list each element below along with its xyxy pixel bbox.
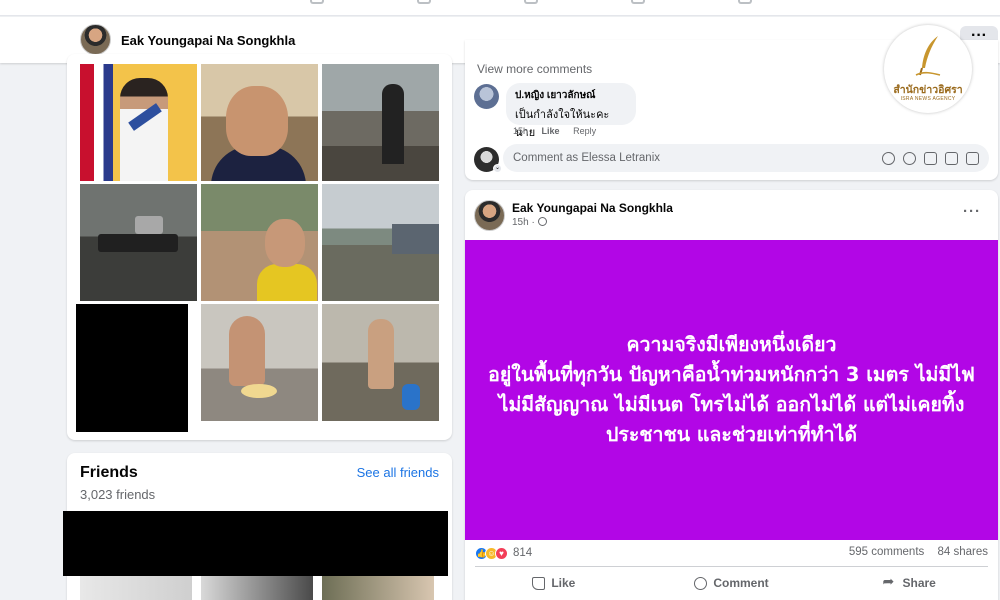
like-button-label: Like bbox=[551, 576, 576, 590]
friend-thumbnail[interactable] bbox=[322, 576, 434, 600]
photo-thumbnail[interactable] bbox=[201, 184, 318, 301]
comment-reply-link[interactable]: Reply bbox=[573, 126, 596, 136]
thumbs-up-icon bbox=[532, 576, 546, 590]
friends-title: Friends bbox=[80, 464, 138, 481]
photo-thumbnail[interactable] bbox=[322, 64, 439, 181]
comment-author[interactable]: ป.หญิง เยาวลักษณ์ bbox=[515, 88, 627, 103]
post-timestamp[interactable]: 15h · bbox=[512, 217, 547, 228]
view-more-comments-link[interactable]: View more comments bbox=[477, 62, 592, 76]
friend-thumbnail[interactable] bbox=[201, 576, 313, 600]
camera-icon[interactable] bbox=[924, 151, 937, 165]
comment-button[interactable]: Comment bbox=[643, 568, 821, 598]
post-time-text: 15h · bbox=[512, 217, 535, 228]
post-author-name[interactable]: Eak Youngapai Na Songkhla bbox=[512, 201, 673, 215]
avatar-sticker-icon[interactable] bbox=[882, 151, 895, 165]
post-text-banner: ความจริงมีเพียงหนึ่งเดียว อยู่ในพื้นที่ท… bbox=[465, 240, 998, 540]
photos-card bbox=[67, 54, 452, 440]
photo-thumbnail[interactable] bbox=[201, 304, 318, 421]
profile-avatar[interactable] bbox=[80, 24, 111, 55]
comment-like-link[interactable]: Like bbox=[542, 126, 560, 136]
watch-icon[interactable] bbox=[417, 0, 431, 4]
quill-pen-icon bbox=[915, 36, 941, 76]
globe-icon bbox=[537, 217, 547, 226]
comments-count-link[interactable]: 595 comments bbox=[849, 546, 924, 558]
like-button[interactable]: Like bbox=[465, 568, 643, 598]
post-text: ความจริงมีเพียงหนึ่งเดียว อยู่ในพื้นที่ท… bbox=[488, 333, 975, 446]
post-more-button[interactable]: ··· bbox=[963, 203, 981, 220]
photo-thumbnail[interactable] bbox=[322, 184, 439, 301]
share-icon bbox=[883, 573, 897, 590]
news-agency-logo: สำนักข่าวอิศรา ISRA NEWS AGENCY bbox=[884, 25, 972, 113]
profile-name[interactable]: Eak Youngapai Na Songkhla bbox=[121, 33, 295, 48]
photo-thumbnail[interactable] bbox=[80, 184, 197, 301]
comment-button-label: Comment bbox=[713, 576, 769, 590]
commenter-avatar[interactable] bbox=[474, 84, 499, 109]
photo-thumbnail[interactable] bbox=[80, 64, 197, 181]
love-reaction-icon: ♥ bbox=[495, 546, 508, 560]
shares-count-link[interactable]: 84 shares bbox=[937, 546, 988, 558]
share-button-label: Share bbox=[902, 576, 936, 590]
comment-time[interactable]: 15h bbox=[513, 126, 528, 136]
home-icon[interactable] bbox=[310, 0, 324, 4]
comment-icon bbox=[694, 576, 708, 590]
post-stats: 595 comments 84 shares bbox=[839, 546, 988, 558]
post-card: Eak Youngapai Na Songkhla 15h · ··· ความ… bbox=[465, 190, 998, 600]
comment-input-tools bbox=[882, 144, 979, 172]
reactions-summary[interactable]: 👍 ☺ ♥ 814 bbox=[475, 546, 532, 560]
redaction-block bbox=[76, 304, 188, 432]
sticker-icon[interactable] bbox=[966, 151, 979, 165]
gaming-icon[interactable] bbox=[738, 0, 752, 4]
comment-input[interactable]: Comment as Elessa Letranix bbox=[503, 144, 989, 172]
chevron-down-icon[interactable]: ⌄ bbox=[493, 164, 502, 173]
post-action-bar: Like Comment Share bbox=[465, 568, 998, 598]
divider bbox=[475, 566, 988, 567]
groups-icon[interactable] bbox=[631, 0, 645, 4]
comment-bubble: ป.หญิง เยาวลักษณ์ เป็นกำลังใจให้นะคะนาย bbox=[506, 83, 636, 139]
gif-icon[interactable] bbox=[945, 151, 958, 165]
comment-actions: 15h Like Reply bbox=[513, 126, 607, 136]
logo-subtitle: ISRA NEWS AGENCY bbox=[900, 96, 956, 102]
friends-count: 3,023 friends bbox=[80, 487, 156, 502]
top-navigation-bar bbox=[0, 0, 1000, 16]
photo-thumbnail[interactable] bbox=[322, 304, 439, 421]
redaction-block bbox=[63, 511, 448, 576]
friend-thumbnail[interactable] bbox=[80, 576, 192, 600]
post-author-avatar[interactable] bbox=[474, 200, 505, 231]
share-button[interactable]: Share bbox=[820, 568, 998, 598]
see-all-friends-link[interactable]: See all friends bbox=[357, 465, 439, 480]
comment-input-placeholder: Comment as Elessa Letranix bbox=[513, 152, 661, 164]
reaction-count: 814 bbox=[513, 547, 533, 559]
photo-thumbnail[interactable] bbox=[201, 64, 318, 181]
emoji-icon[interactable] bbox=[903, 151, 916, 165]
marketplace-icon[interactable] bbox=[524, 0, 538, 4]
